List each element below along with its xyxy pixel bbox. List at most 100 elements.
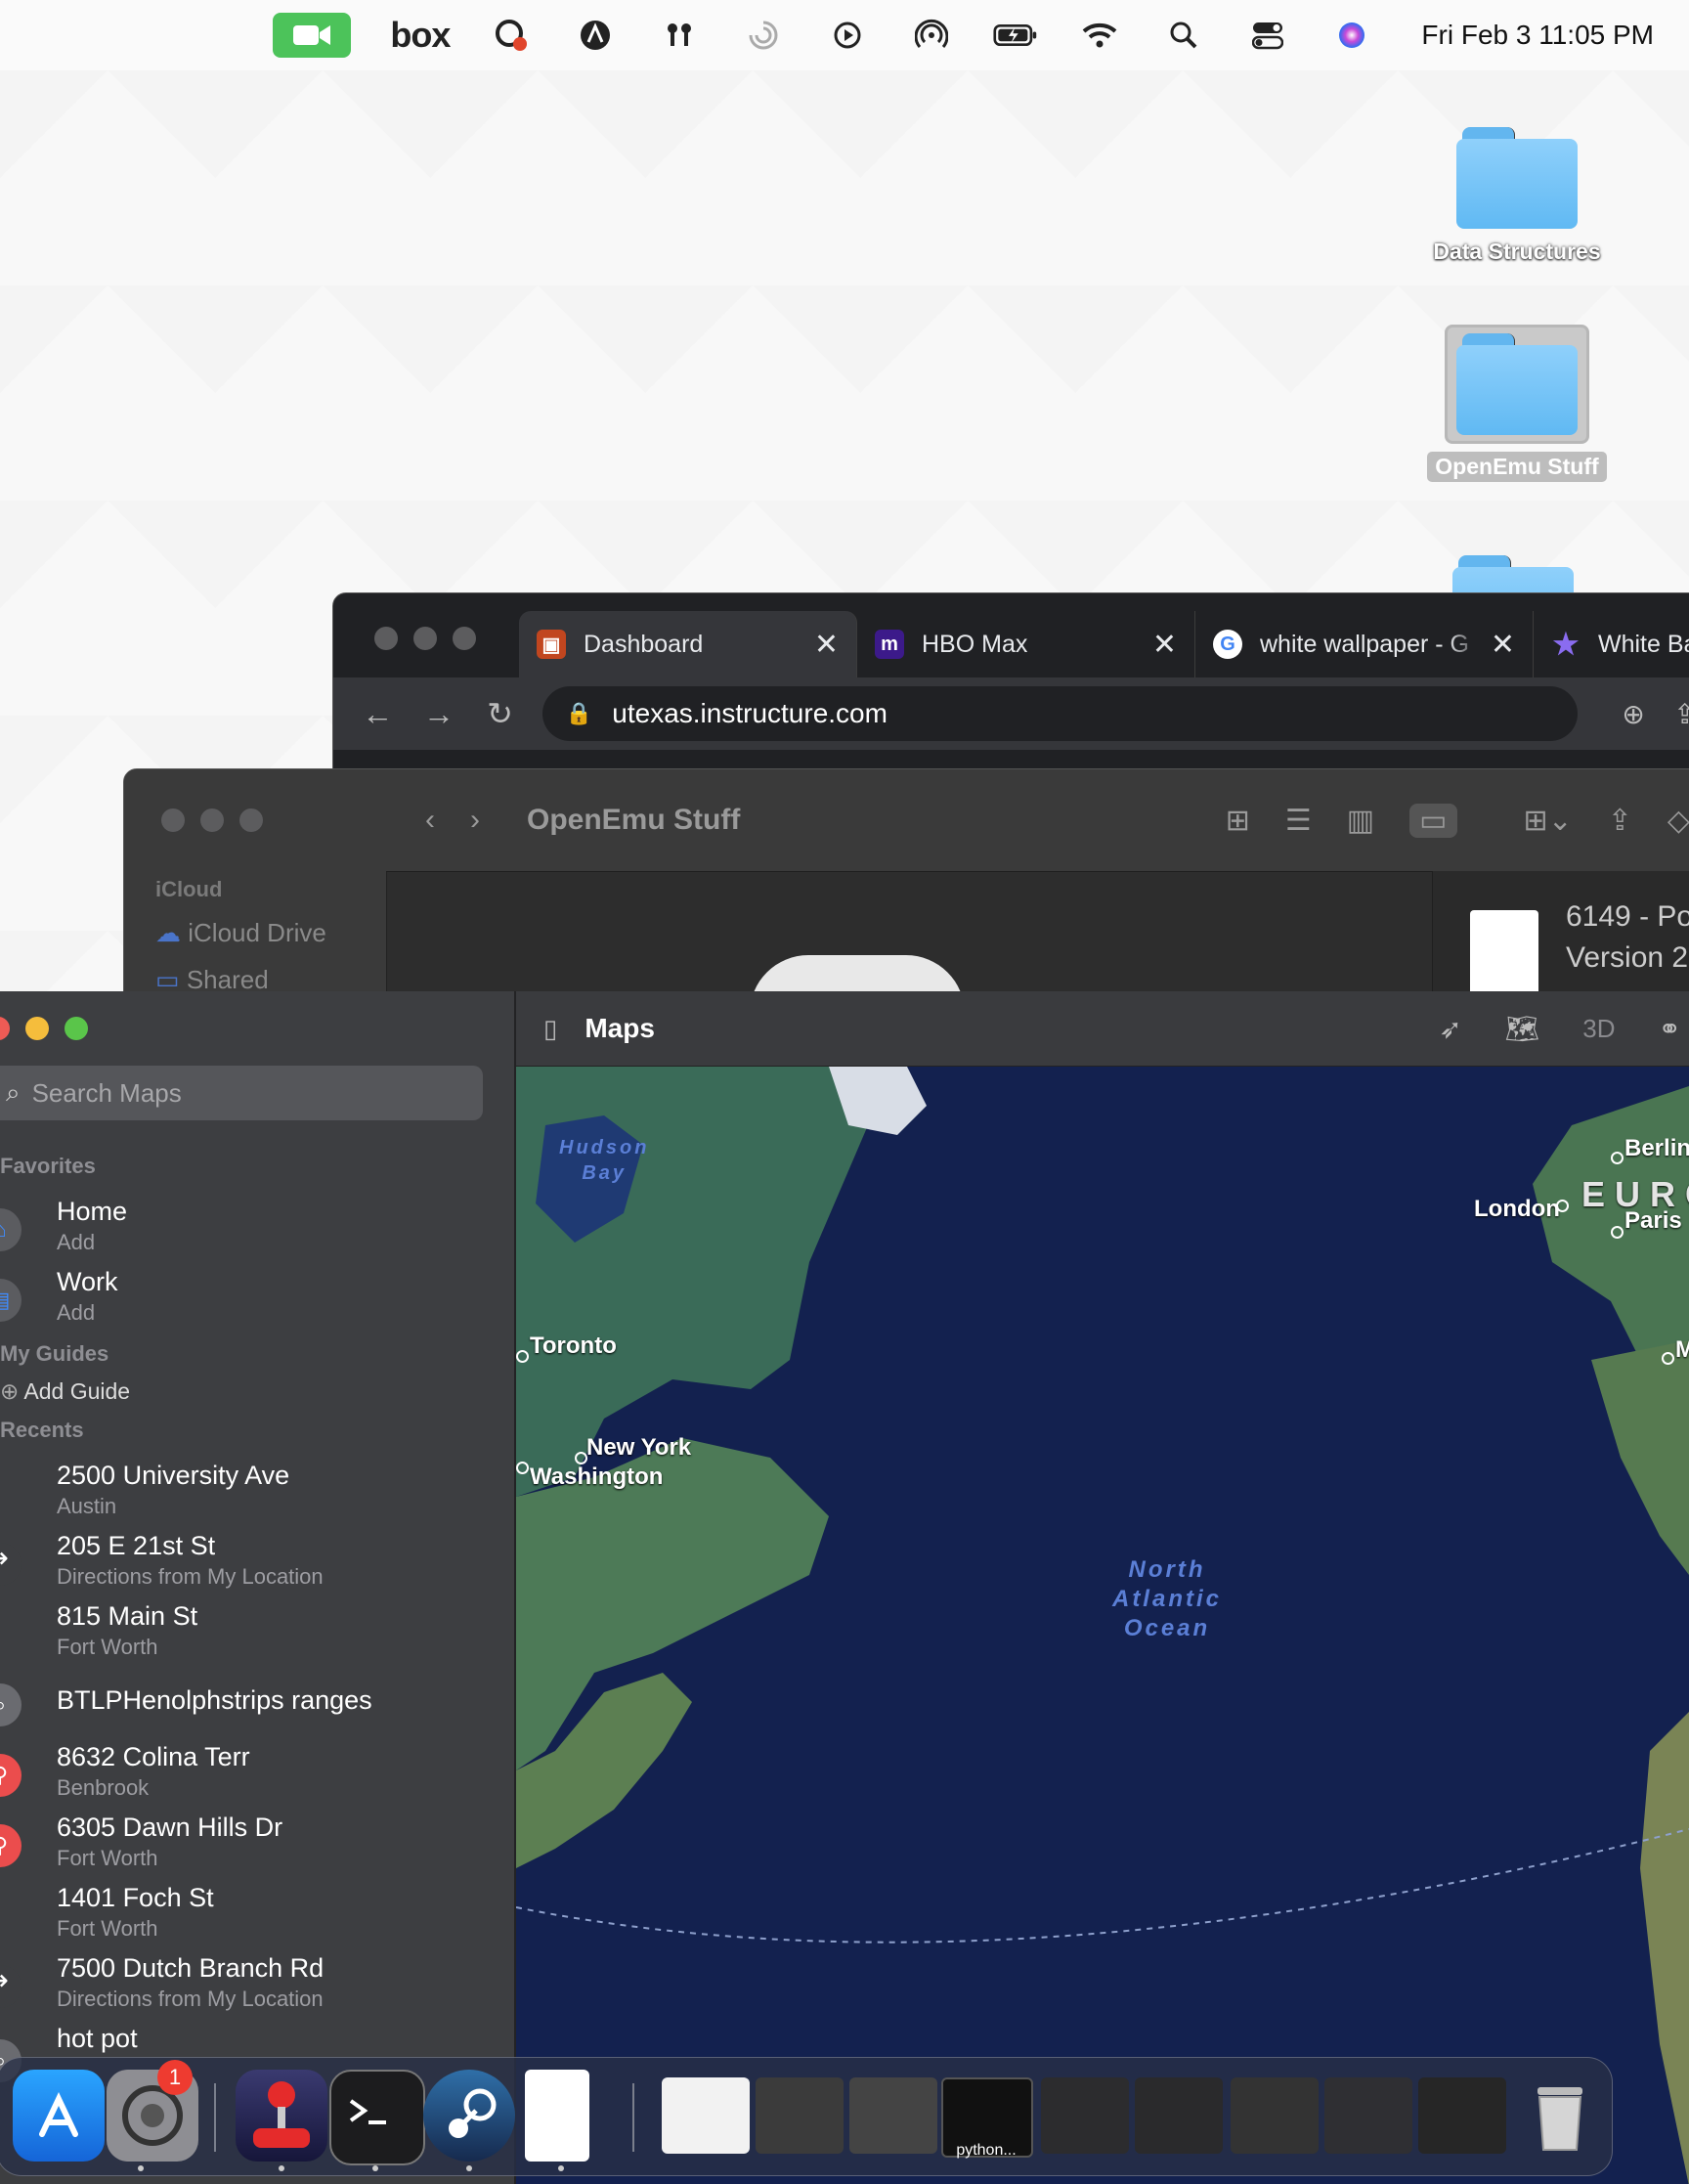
tab-dashboard[interactable]: ▣ Dashboard ✕ <box>519 611 857 677</box>
zoom-icon[interactable]: ⊕ <box>1617 698 1651 730</box>
settings-window-thumbnail[interactable] <box>849 2077 937 2154</box>
folder-icon <box>1456 333 1578 435</box>
airpods-icon[interactable] <box>657 13 702 58</box>
trash-icon[interactable] <box>1514 2070 1606 2162</box>
recent-item[interactable]: ↱ 205 E 21st St Directions from My Locat… <box>0 1529 508 1599</box>
tab-title: Dashboard <box>584 630 704 658</box>
back-arrow-icon[interactable]: ← <box>361 696 395 732</box>
sidebar-toggle-icon[interactable]: ▯ <box>543 1014 557 1044</box>
vpn-icon[interactable] <box>573 13 618 58</box>
recent-title: 205 E 21st St <box>57 1531 216 1560</box>
forward-arrow-icon[interactable]: → <box>422 696 456 732</box>
favorite-home[interactable]: ⌂ Home Add <box>0 1195 508 1265</box>
desktop-folder-data-structures[interactable]: Data Structures <box>1419 127 1615 267</box>
look-around-icon[interactable]: ⚭ <box>1659 1013 1681 1045</box>
loading-spinner-icon[interactable] <box>741 13 786 58</box>
app-store-icon[interactable] <box>13 2070 105 2162</box>
column-view-icon[interactable]: ▥ <box>1347 804 1374 838</box>
desktop-folder-openemu-stuff[interactable]: OpenEmu Stuff <box>1419 325 1615 482</box>
sidebar-item-icloud-drive[interactable]: ☁ iCloud Drive <box>155 918 326 948</box>
close-tab-icon[interactable]: ✕ <box>814 628 839 662</box>
reload-icon[interactable]: ↻ <box>483 695 517 732</box>
control-center-icon[interactable] <box>1245 13 1290 58</box>
airdrop-icon[interactable] <box>909 13 954 58</box>
openemu-icon[interactable] <box>236 2070 327 2162</box>
recent-item[interactable]: 2500 University Ave Austin <box>0 1459 508 1529</box>
zoom-button[interactable] <box>65 1017 88 1040</box>
facetime-window-thumbnail[interactable] <box>756 2077 844 2154</box>
tag-icon[interactable]: ◇ <box>1667 804 1689 838</box>
forward-chevron-icon[interactable]: › <box>470 804 480 837</box>
recent-item[interactable]: ⚲ 6305 Dawn Hills Dr Fort Worth <box>0 1811 508 1881</box>
recent-subtitle: Directions from My Location <box>57 1987 324 2011</box>
share-icon[interactable]: ⇪ <box>1608 804 1632 838</box>
minimize-button[interactable] <box>200 808 224 832</box>
icon-view-icon[interactable]: ⊞ <box>1226 804 1250 838</box>
finder-window[interactable]: iCloud ☁ iCloud Drive ▭ Shared ‹ › OpenE… <box>123 768 1689 1005</box>
favorite-work[interactable]: ▤ Work Add <box>0 1265 508 1335</box>
location-arrow-icon[interactable]: ➶ <box>1439 1013 1461 1045</box>
recent-item[interactable]: ↱ 7500 Dutch Branch Rd Directions from M… <box>0 1951 508 2022</box>
folder-icon <box>1452 555 1574 594</box>
map-label-berlin[interactable]: Berlin <box>1624 1135 1689 1162</box>
close-button[interactable] <box>0 1017 10 1040</box>
recent-item[interactable]: ⌕ BTLPHenolphstrips ranges <box>0 1670 508 1740</box>
recent-item[interactable]: 815 Main St Fort Worth <box>0 1599 508 1670</box>
openemu-window-thumbnail[interactable] <box>1231 2077 1319 2154</box>
map-label-partial-city[interactable]: M <box>1675 1336 1689 1364</box>
back-chevron-icon[interactable]: ‹ <box>425 804 435 837</box>
desktop-folder-partial[interactable] <box>1415 555 1611 594</box>
map-label-london[interactable]: London <box>1474 1196 1560 1223</box>
map-label-toronto[interactable]: Toronto <box>530 1332 617 1360</box>
group-by-icon[interactable]: ⊞⌄ <box>1524 804 1573 838</box>
map-canvas[interactable]: Hudson Bay Toronto New York Washington B… <box>516 1067 1689 2184</box>
list-view-icon[interactable]: ☰ <box>1285 804 1312 838</box>
box-icon[interactable]: box <box>390 15 451 56</box>
steam-icon[interactable] <box>423 2070 515 2162</box>
close-button[interactable] <box>161 808 185 832</box>
tab-hbo-max[interactable]: m HBO Max ✕ <box>857 611 1195 677</box>
map-mode-icon[interactable]: 🗺 <box>1505 1013 1540 1045</box>
creative-cloud-icon[interactable] <box>489 13 534 58</box>
3d-button[interactable]: 3D <box>1582 1014 1615 1044</box>
search-maps-field[interactable]: ⌕ Search Maps <box>0 1066 483 1120</box>
wifi-icon[interactable] <box>1077 13 1122 58</box>
tab-white-background[interactable]: ★ White Ba <box>1534 611 1689 677</box>
settings-badge: 1 <box>157 2060 193 2095</box>
map-label-washington[interactable]: Washington <box>530 1463 663 1491</box>
recent-item[interactable]: ⚲ 8632 Colina Terr Benbrook <box>0 1740 508 1811</box>
spotlight-search-icon[interactable] <box>1161 13 1206 58</box>
document-icon[interactable] <box>525 2070 589 2162</box>
menu-clock[interactable]: Fri Feb 3 11:05 PM <box>1421 20 1654 51</box>
play-icon[interactable] <box>825 13 870 58</box>
close-tab-icon[interactable]: ✕ <box>1152 628 1177 662</box>
home-icon: ⌂ <box>0 1208 22 1251</box>
maps-window[interactable]: ⌕ Search Maps Favorites ⌂ Home Add ▤ Wor… <box>0 991 1689 2184</box>
photos-window-thumbnail[interactable] <box>1418 2077 1506 2154</box>
sidebar-section-icloud: iCloud <box>155 877 223 901</box>
zoom-button[interactable] <box>239 808 263 832</box>
chrome-window-thumbnail[interactable] <box>662 2077 750 2154</box>
pin-icon: ⚲ <box>0 1754 22 1797</box>
address-bar[interactable]: 🔒 utexas.instructure.com <box>541 686 1578 741</box>
mail-window-thumbnail[interactable] <box>1135 2077 1223 2154</box>
siri-icon[interactable] <box>1329 13 1374 58</box>
minimize-button[interactable] <box>25 1017 49 1040</box>
steam-window-thumbnail[interactable] <box>1324 2077 1412 2154</box>
messages-window-thumbnail[interactable] <box>1041 2077 1129 2154</box>
add-guide-button[interactable]: ⊕ Add Guide <box>0 1378 130 1405</box>
battery-icon[interactable] <box>993 13 1038 58</box>
close-button[interactable] <box>374 627 398 650</box>
terminal-icon[interactable] <box>329 2070 425 2165</box>
dock-divider <box>214 2083 216 2152</box>
share-icon[interactable]: ⇪ <box>1667 698 1689 730</box>
recent-item[interactable]: 1401 Foch St Fort Worth <box>0 1881 508 1951</box>
map-label-new-york[interactable]: New York <box>586 1434 691 1462</box>
zoom-button[interactable] <box>453 627 476 650</box>
minimize-button[interactable] <box>413 627 437 650</box>
tab-white-wallpaper[interactable]: G white wallpaper - G ✕ <box>1195 611 1534 677</box>
close-tab-icon[interactable]: ✕ <box>1491 628 1515 662</box>
gallery-view-icon[interactable]: ▭ <box>1409 803 1457 838</box>
facetime-icon[interactable] <box>273 13 352 58</box>
chrome-window[interactable]: ▣ Dashboard ✕ m HBO Max ✕ G white wallpa… <box>332 592 1689 790</box>
